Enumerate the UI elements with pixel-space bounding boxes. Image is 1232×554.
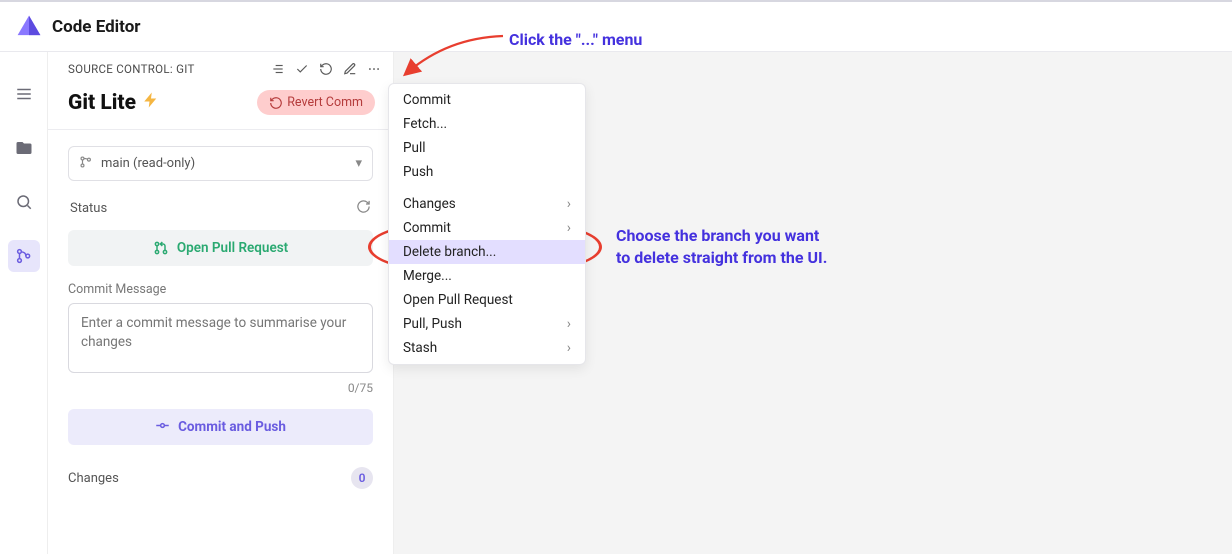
menu-item[interactable]: Pull bbox=[389, 136, 585, 160]
repo-title: Git Lite bbox=[68, 91, 160, 115]
menu-item[interactable]: Commit bbox=[389, 88, 585, 112]
source-control-icon[interactable] bbox=[8, 240, 40, 272]
chevron-right-icon: › bbox=[567, 220, 571, 236]
menu-item-label: Stash bbox=[403, 340, 437, 356]
menu-item-label: Merge... bbox=[403, 268, 452, 284]
panel-header: SOURCE CONTROL: GIT bbox=[48, 52, 393, 82]
repo-name: Git Lite bbox=[68, 91, 136, 115]
menu-item[interactable]: Delete branch... bbox=[389, 240, 585, 264]
menu-toggle-icon[interactable] bbox=[8, 78, 40, 110]
list-tree-icon[interactable] bbox=[271, 62, 285, 76]
menu-item-label: Pull bbox=[403, 140, 426, 156]
caret-down-icon: ▾ bbox=[355, 156, 362, 171]
branch-select[interactable]: main (read-only) ▾ bbox=[68, 146, 373, 181]
search-icon[interactable] bbox=[8, 186, 40, 218]
menu-item-label: Pull, Push bbox=[403, 316, 462, 332]
commit-message-label: Commit Message bbox=[68, 282, 373, 297]
files-icon[interactable] bbox=[8, 132, 40, 164]
edit-icon[interactable] bbox=[343, 62, 357, 76]
menu-item-label: Push bbox=[403, 164, 433, 180]
revert-commit-label: Revert Comm bbox=[287, 95, 363, 110]
chevron-right-icon: › bbox=[567, 316, 571, 332]
chevron-right-icon: › bbox=[567, 340, 571, 356]
menu-item[interactable]: Push bbox=[389, 160, 585, 184]
source-control-panel: SOURCE CONTROL: GIT Git Lite Revert Comm bbox=[48, 52, 394, 554]
panel-actions bbox=[271, 62, 381, 76]
menu-item-label: Commit bbox=[403, 220, 451, 236]
repo-title-row: Git Lite Revert Comm bbox=[48, 82, 393, 129]
branch-name: main (read-only) bbox=[101, 156, 195, 171]
menu-item[interactable]: Stash › bbox=[389, 336, 585, 360]
panel-header-title: SOURCE CONTROL: GIT bbox=[68, 62, 195, 76]
menu-item[interactable]: Fetch... bbox=[389, 112, 585, 136]
more-actions-icon[interactable] bbox=[367, 62, 381, 76]
changes-row: Changes 0 bbox=[68, 467, 373, 489]
commit-message-input[interactable] bbox=[68, 303, 373, 373]
changes-label: Changes bbox=[68, 471, 119, 486]
branch-icon bbox=[79, 155, 93, 173]
app-logo bbox=[16, 14, 42, 40]
refresh-icon[interactable] bbox=[319, 62, 333, 76]
menu-item-label: Delete branch... bbox=[403, 244, 496, 260]
activity-bar bbox=[0, 52, 48, 554]
menu-item[interactable]: Changes › bbox=[389, 192, 585, 216]
open-pull-request-button[interactable]: Open Pull Request bbox=[68, 230, 373, 266]
changes-count-badge: 0 bbox=[351, 467, 373, 489]
status-label: Status bbox=[70, 201, 107, 216]
menu-item-label: Open Pull Request bbox=[403, 292, 513, 308]
menu-item-label: Fetch... bbox=[403, 116, 447, 132]
topbar: Code Editor bbox=[0, 0, 1232, 52]
check-icon[interactable] bbox=[295, 62, 309, 76]
menu-item-label: Commit bbox=[403, 92, 451, 108]
context-menu: Commit Fetch... Pull Push Changes › Commit › Del… bbox=[388, 83, 586, 365]
commit-push-label: Commit and Push bbox=[178, 419, 286, 435]
commit-and-push-button[interactable]: Commit and Push bbox=[68, 409, 373, 445]
commit-icon bbox=[155, 418, 170, 437]
status-refresh-icon[interactable] bbox=[356, 199, 371, 218]
app-title: Code Editor bbox=[52, 17, 141, 37]
revert-commit-button[interactable]: Revert Comm bbox=[257, 90, 375, 115]
chevron-right-icon: › bbox=[567, 196, 571, 212]
menu-item-label: Changes bbox=[403, 196, 456, 212]
menu-item[interactable]: Open Pull Request bbox=[389, 288, 585, 312]
commit-message-counter: 0/75 bbox=[68, 381, 373, 395]
menu-item[interactable]: Merge... bbox=[389, 264, 585, 288]
status-row: Status bbox=[68, 181, 373, 230]
menu-item[interactable]: Pull, Push › bbox=[389, 312, 585, 336]
menu-item[interactable]: Commit › bbox=[389, 216, 585, 240]
open-pr-label: Open Pull Request bbox=[177, 240, 288, 256]
divider bbox=[48, 129, 393, 130]
lightning-icon bbox=[142, 91, 160, 115]
